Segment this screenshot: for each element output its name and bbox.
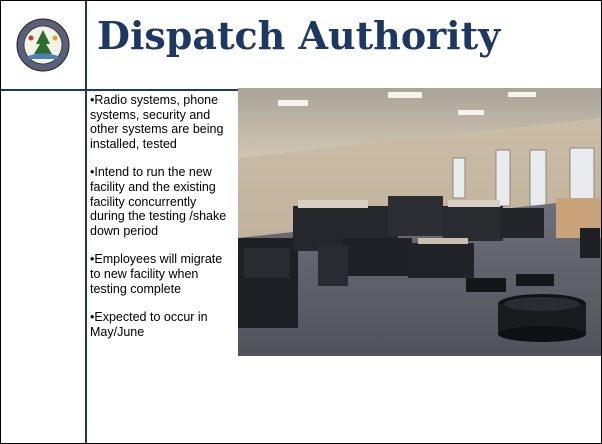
slide-header: Dispatch Authority — [1, 1, 601, 91]
bullet-item: •Employees will migrate to new facility … — [90, 252, 223, 296]
slide-title: Dispatch Authority — [97, 13, 501, 58]
dispatch-center-photo — [238, 88, 601, 356]
bullet-item: •Radio systems, phone systems, security … — [90, 93, 224, 151]
bullet-list: •Radio systems, phone systems, security … — [90, 93, 230, 353]
bullet-item: •Expected to occur in May/June — [90, 310, 208, 339]
bullet-item: •Intend to run the new facility and the … — [90, 165, 227, 238]
slide: Dispatch Authority •Radio systems, phone… — [0, 0, 602, 444]
